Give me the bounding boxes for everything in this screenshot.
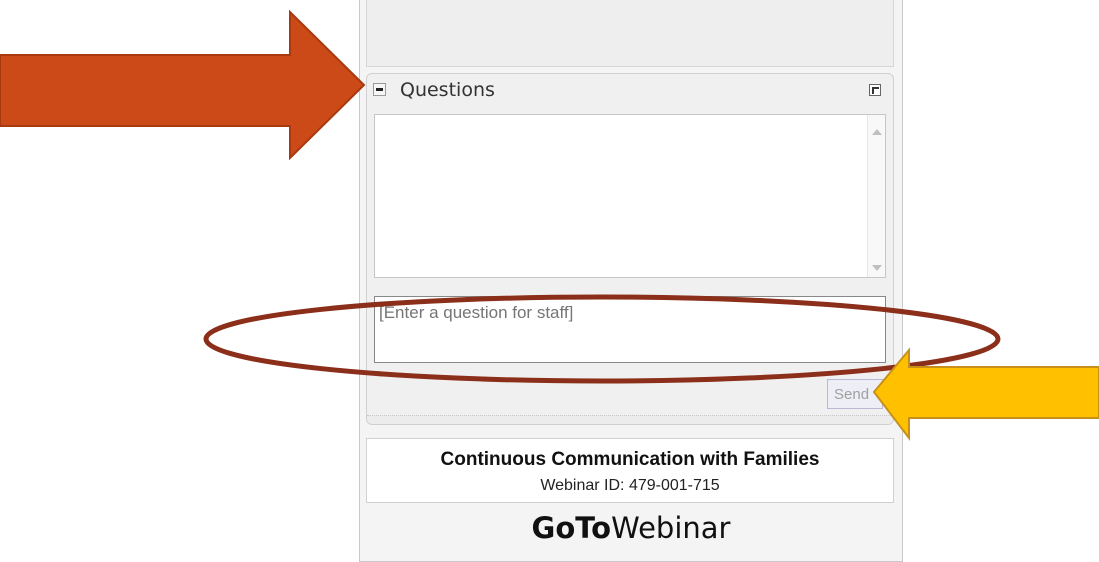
pane-resize-edge — [367, 415, 893, 424]
gotowebinar-control-panel: Questions Send Continuous Communication … — [359, 0, 903, 562]
gotowebinar-logo: GoToWebinar — [360, 511, 902, 545]
scroll-up-icon[interactable] — [872, 129, 882, 135]
left-arrow-annotation — [0, 9, 366, 161]
logo-part-webinar: Webinar — [611, 511, 731, 545]
question-input[interactable] — [374, 296, 886, 363]
webinar-id: Webinar ID: 479-001-715 — [540, 477, 720, 494]
webinar-title: Continuous Communication with Families — [440, 449, 820, 470]
questions-log[interactable] — [374, 114, 886, 278]
send-button[interactable]: Send — [827, 379, 883, 409]
questions-header: Questions — [367, 74, 893, 108]
previous-section-area — [366, 0, 894, 67]
popout-icon[interactable] — [869, 84, 881, 96]
scroll-down-icon[interactable] — [872, 265, 882, 271]
logo-part-goto: GoTo — [531, 511, 612, 545]
webinar-info: Continuous Communication with Families W… — [366, 438, 894, 503]
questions-scrollbar[interactable] — [867, 115, 885, 277]
questions-title: Questions — [400, 79, 495, 101]
send-arrow-annotation — [872, 347, 1099, 441]
questions-pane: Questions Send — [366, 73, 894, 425]
minus-icon[interactable] — [373, 83, 386, 96]
